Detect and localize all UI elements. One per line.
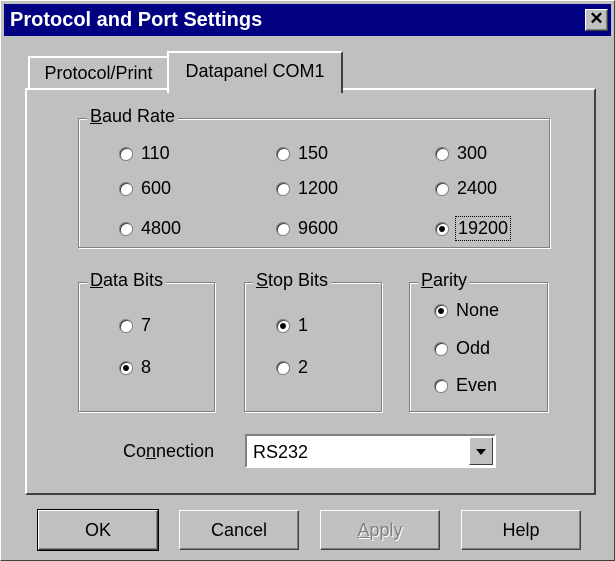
stop-bits-legend: Stop Bits xyxy=(253,270,332,291)
cancel-button[interactable]: Cancel xyxy=(179,510,299,550)
radio-label: 150 xyxy=(298,143,329,163)
baud-rate-radio-9600[interactable]: 9600 xyxy=(276,218,338,239)
close-button[interactable]: ✕ xyxy=(585,9,608,31)
radio-label: 8 xyxy=(141,357,152,377)
tab-protocol-print[interactable]: Protocol/Print xyxy=(28,56,169,89)
help-button[interactable]: Help xyxy=(461,510,581,550)
radio-label: None xyxy=(456,300,500,320)
data-bits-group: Data Bits xyxy=(78,270,215,412)
connection-select[interactable]: RS232 xyxy=(245,434,496,468)
radio-button-icon[interactable] xyxy=(434,303,448,318)
radio-label: 9600 xyxy=(298,218,339,238)
baud-rate-legend: Baud Rate xyxy=(87,106,179,127)
radio-button-icon[interactable] xyxy=(435,221,449,236)
dialog-window: Protocol and Port Settings ✕ Protocol/Pr… xyxy=(0,0,615,561)
stop-bits-group: Stop Bits xyxy=(244,270,382,412)
radio-button-icon[interactable] xyxy=(276,221,290,236)
radio-button-icon[interactable] xyxy=(435,181,449,196)
connection-value: RS232 xyxy=(253,442,309,462)
parity-radio-even[interactable]: Even xyxy=(434,375,497,396)
data-bits-radio-7[interactable]: 7 xyxy=(119,315,151,336)
baud-rate-radio-150[interactable]: 150 xyxy=(276,143,328,164)
stop-bits-radio-1[interactable]: 1 xyxy=(276,315,308,336)
tab-datapanel-com1[interactable]: Datapanel COM1 xyxy=(167,51,343,93)
radio-label: 1200 xyxy=(298,178,339,198)
baud-rate-radio-600[interactable]: 600 xyxy=(119,178,171,199)
radio-button-icon[interactable] xyxy=(276,146,290,161)
radio-label: 300 xyxy=(457,143,488,163)
stop-bits-radio-2[interactable]: 2 xyxy=(276,357,308,378)
baud-rate-radio-300[interactable]: 300 xyxy=(435,143,487,164)
parity-radio-none[interactable]: None xyxy=(434,300,499,321)
radio-button-icon[interactable] xyxy=(276,181,290,196)
radio-label: 4800 xyxy=(141,218,182,238)
baud-rate-radio-1200[interactable]: 1200 xyxy=(276,178,338,199)
ok-button[interactable]: OK xyxy=(37,509,159,551)
parity-legend: Parity xyxy=(418,270,471,291)
radio-button-icon[interactable] xyxy=(434,378,448,393)
radio-button-icon[interactable] xyxy=(119,221,133,236)
tab-label: Protocol/Print xyxy=(44,63,153,83)
close-icon: ✕ xyxy=(589,9,604,28)
connection-label: Connection xyxy=(123,441,215,461)
baud-rate-radio-4800[interactable]: 4800 xyxy=(119,218,181,239)
parity-radio-odd[interactable]: Odd xyxy=(434,338,490,359)
radio-button-icon[interactable] xyxy=(119,146,133,161)
radio-button-icon[interactable] xyxy=(435,146,449,161)
baud-rate-radio-19200[interactable]: 19200 xyxy=(435,216,512,241)
data-bits-radio-8[interactable]: 8 xyxy=(119,357,151,378)
radio-label: 7 xyxy=(141,315,152,335)
radio-label: 1 xyxy=(298,315,309,335)
radio-label: 110 xyxy=(141,143,170,163)
radio-label: 2 xyxy=(298,357,309,377)
radio-button-icon[interactable] xyxy=(119,318,133,333)
baud-rate-radio-2400[interactable]: 2400 xyxy=(435,178,497,199)
tab-label: Datapanel COM1 xyxy=(185,61,325,81)
data-bits-legend: Data Bits xyxy=(87,270,167,291)
radio-button-icon[interactable] xyxy=(276,360,290,375)
radio-label: 600 xyxy=(141,178,172,198)
apply-button[interactable]: Apply xyxy=(320,510,440,550)
radio-button-icon[interactable] xyxy=(119,360,133,375)
title-bar[interactable]: Protocol and Port Settings ✕ xyxy=(4,4,611,36)
chevron-down-icon[interactable] xyxy=(469,437,493,465)
radio-button-icon[interactable] xyxy=(119,181,133,196)
baud-rate-radio-110[interactable]: 110 xyxy=(119,143,170,164)
window-title: Protocol and Port Settings xyxy=(10,9,263,31)
radio-label: 19200 xyxy=(454,216,512,241)
radio-button-icon[interactable] xyxy=(434,341,448,356)
radio-label: 2400 xyxy=(457,178,498,198)
radio-button-icon[interactable] xyxy=(276,318,290,333)
radio-label: Even xyxy=(456,375,498,395)
radio-label: Odd xyxy=(456,338,491,358)
